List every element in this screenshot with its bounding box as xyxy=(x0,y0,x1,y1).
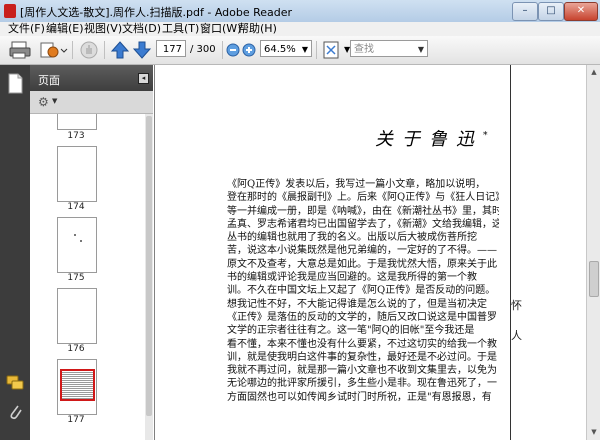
menu-file[interactable]: 文件(F) xyxy=(8,22,45,36)
thumbnail-label: 175 xyxy=(67,273,85,283)
toolbar: 177 / 300 64.5% ▼ ▼ 查找 ▼ xyxy=(0,36,600,65)
text-line: 丛书的编辑也就用了我的名义。出版以后大被成伤菩所挖 xyxy=(227,232,477,244)
text-line: 等一并编成一册，即是《呐喊》，由在《新潮社丛书》里，其时傅 xyxy=(227,205,499,217)
text-line: 想我记性不好，不大能记得谁是怎么说的了，但是当初决定 xyxy=(227,298,487,310)
page-thumbnail-176[interactable] xyxy=(57,288,97,344)
thumbnail-label: 176 xyxy=(67,344,85,354)
close-button[interactable]: ✕ xyxy=(564,2,598,21)
menu-bar: 文件(F) 编辑(E) 视图(V) 文档(D) 工具(T) 窗口(W) 帮助(H… xyxy=(0,22,600,36)
chevron-down-icon: ▼ xyxy=(417,45,424,54)
menu-edit[interactable]: 编辑(E) xyxy=(46,22,84,36)
collapse-panel-button[interactable]: ◂ xyxy=(138,73,149,84)
text-line: 训，就是使我明白这件事的复杂性，最好还是不必过问。于是 xyxy=(227,351,497,363)
arrow-down-icon xyxy=(132,41,152,59)
zoom-level-select[interactable]: 64.5% ▼ xyxy=(260,40,312,57)
scroll-down-icon[interactable]: ▼ xyxy=(589,427,599,437)
printer-icon xyxy=(9,41,31,59)
page-thumbnail-174[interactable] xyxy=(57,146,97,202)
fit-page-button[interactable] xyxy=(321,40,341,60)
comments-icon[interactable] xyxy=(6,375,24,391)
pages-panel: 页面 ◂ ⚙ ▼ 173 174 175 176 177 xyxy=(30,65,153,440)
pages-panel-header: 页面 ◂ xyxy=(30,65,153,91)
page-thumbnail-173[interactable] xyxy=(57,114,97,130)
zoom-out-button[interactable] xyxy=(226,40,240,60)
minimize-button[interactable]: – xyxy=(512,2,538,21)
next-page-button[interactable] xyxy=(132,40,152,60)
collaborate-button[interactable] xyxy=(38,40,68,60)
share-review-icon xyxy=(40,42,68,58)
paragraph-text: 《阿Q正传》发表以后，我写过一篇小文章，略加以说明， 登在那时的《晨报副刊》上。… xyxy=(227,178,499,404)
maximize-button[interactable]: □ xyxy=(538,2,564,21)
print-button[interactable] xyxy=(8,40,32,60)
article-heading: 关于鲁迅* xyxy=(375,129,488,150)
chevron-down-icon: ▼ xyxy=(301,45,308,54)
menu-tools[interactable]: 工具(T) xyxy=(162,22,199,36)
scroll-up-icon[interactable]: ▲ xyxy=(589,67,599,77)
document-view[interactable]: 关于鲁迅* 《阿Q正传》发表以后，我写过一篇小文章，略加以说明， 登在那时的《晨… xyxy=(154,65,587,440)
text-line: 《正传》是落伍的反动的文学的，随后又改口说这是中国普罗 xyxy=(227,311,497,323)
find-placeholder: 查找 xyxy=(354,44,374,55)
text-line: 孟真、罗志希诸君均已出国留学去了，《新潮》文给我编辑，这 xyxy=(227,218,499,230)
thumbnail-scrollbar[interactable] xyxy=(145,114,153,440)
arrow-up-icon xyxy=(110,41,130,59)
toolbar-separator xyxy=(316,41,317,59)
toolbar-separator xyxy=(104,41,105,59)
hand-icon xyxy=(80,41,98,59)
menu-document[interactable]: 文档(D) xyxy=(122,22,161,36)
spine-glyph: 怀 xyxy=(511,299,522,312)
zoom-level-value: 64.5% xyxy=(264,44,296,55)
thumbnail-label: 173 xyxy=(67,131,85,141)
text-line: 看不懂，本来不懂也没有什么要紧，不过这切实的给我一个教 xyxy=(227,338,497,350)
page-thumbnail-175[interactable] xyxy=(57,217,97,273)
thumbnail-list[interactable]: 173 174 175 176 177 xyxy=(30,114,145,440)
zoom-in-button[interactable] xyxy=(242,40,256,60)
text-line: 原文不及查考，大意总是如此。于是我忧然大悟，原来关于此 xyxy=(227,258,497,270)
text-line: 方面固然也可以如传闻乡试时门时所祝，正是"有恩报恩，有 xyxy=(227,391,492,403)
text-line: 书的编辑或评论我是应当回避的。这是我所得的第一个教 xyxy=(227,272,477,284)
page-total: / 300 xyxy=(190,44,216,55)
menu-window[interactable]: 窗口(W) xyxy=(200,22,241,36)
scan-page-edge xyxy=(510,65,511,440)
gear-icon: ⚙ xyxy=(38,95,49,109)
zoom-out-icon xyxy=(226,43,240,57)
text-line: 训。不久在中国文坛上又起了《阿Q正传》是否反动的问题。 xyxy=(227,285,496,297)
page-thumbnail-177[interactable] xyxy=(57,359,97,415)
document-scrollbar[interactable]: ▲ ▼ xyxy=(586,65,600,440)
spine-glyph: 人 xyxy=(511,329,522,342)
fit-page-icon xyxy=(323,41,339,59)
hand-tool-button[interactable] xyxy=(78,40,100,60)
text-line: 登在那时的《晨报副刊》上。后来《阿Q正传》与《狂人日记》 xyxy=(227,192,499,204)
thumbnail-label: 177 xyxy=(67,415,85,425)
scrollbar-thumb[interactable] xyxy=(589,261,599,297)
pages-panel-title: 页面 xyxy=(38,74,60,87)
toolbar-separator xyxy=(72,41,73,59)
menu-help[interactable]: 帮助(H) xyxy=(238,22,277,36)
thumbnail-label: 174 xyxy=(67,202,85,212)
text-line: 无论哪边的批评家所援引，多生些小是非。现在鲁迅死了，一 xyxy=(227,378,497,390)
chevron-down-icon: ▼ xyxy=(52,97,58,105)
pages-icon[interactable] xyxy=(6,73,24,95)
text-line: 苦，说这本小说集既然是他兄弟编的，一定好的了不得。—— xyxy=(227,245,497,257)
title-bar: [周作人文选-散文].周作人.扫描版.pdf - Adobe Reader – … xyxy=(0,0,600,23)
window-title: [周作人文选-散文].周作人.扫描版.pdf - Adobe Reader xyxy=(20,6,293,19)
menu-view[interactable]: 视图(V) xyxy=(84,22,122,36)
toolbar-separator xyxy=(222,41,223,59)
text-line: 我就不再过问，就是那一篇小文章也不收到文集里去，以免为 xyxy=(227,365,497,377)
navigation-pane-bar xyxy=(0,65,30,440)
adobe-reader-app-icon xyxy=(4,4,16,18)
previous-page-button[interactable] xyxy=(110,40,130,60)
text-line: 《阿Q正传》发表以后，我写过一篇小文章，略加以说明， xyxy=(227,179,486,190)
page-number-input[interactable]: 177 xyxy=(156,40,186,57)
zoom-in-icon xyxy=(242,43,256,57)
text-line: 文学的正宗者往往有之。这一笔"阿Q的旧帐"至今我还是 xyxy=(227,325,475,337)
attachments-icon[interactable] xyxy=(8,403,22,421)
pages-panel-options[interactable]: ⚙ ▼ xyxy=(30,91,153,114)
find-input[interactable]: 查找 ▼ xyxy=(350,40,428,57)
